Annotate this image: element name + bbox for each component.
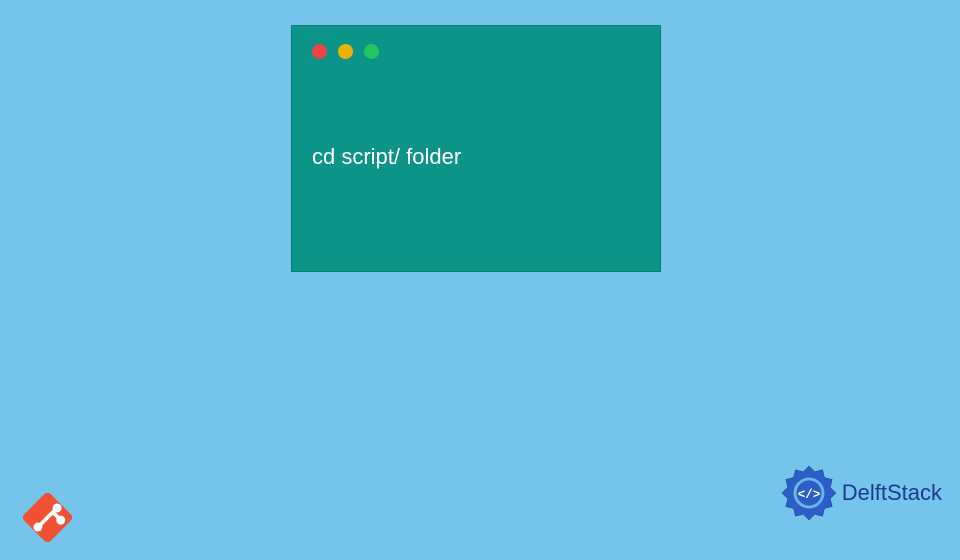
minimize-icon[interactable] <box>338 44 353 59</box>
maximize-icon[interactable] <box>364 44 379 59</box>
git-logo-icon <box>10 480 85 555</box>
terminal-body: cd script/ folder <box>292 59 660 190</box>
delftstack-logo: </> DelftStack <box>780 464 942 522</box>
delftstack-emblem-icon: </> <box>780 464 838 522</box>
terminal-window: cd script/ folder <box>291 25 661 272</box>
window-controls <box>292 26 660 59</box>
delftstack-label: DelftStack <box>842 480 942 506</box>
terminal-command: cd script/ folder <box>312 144 640 170</box>
close-icon[interactable] <box>312 44 327 59</box>
svg-text:</>: </> <box>797 488 820 502</box>
